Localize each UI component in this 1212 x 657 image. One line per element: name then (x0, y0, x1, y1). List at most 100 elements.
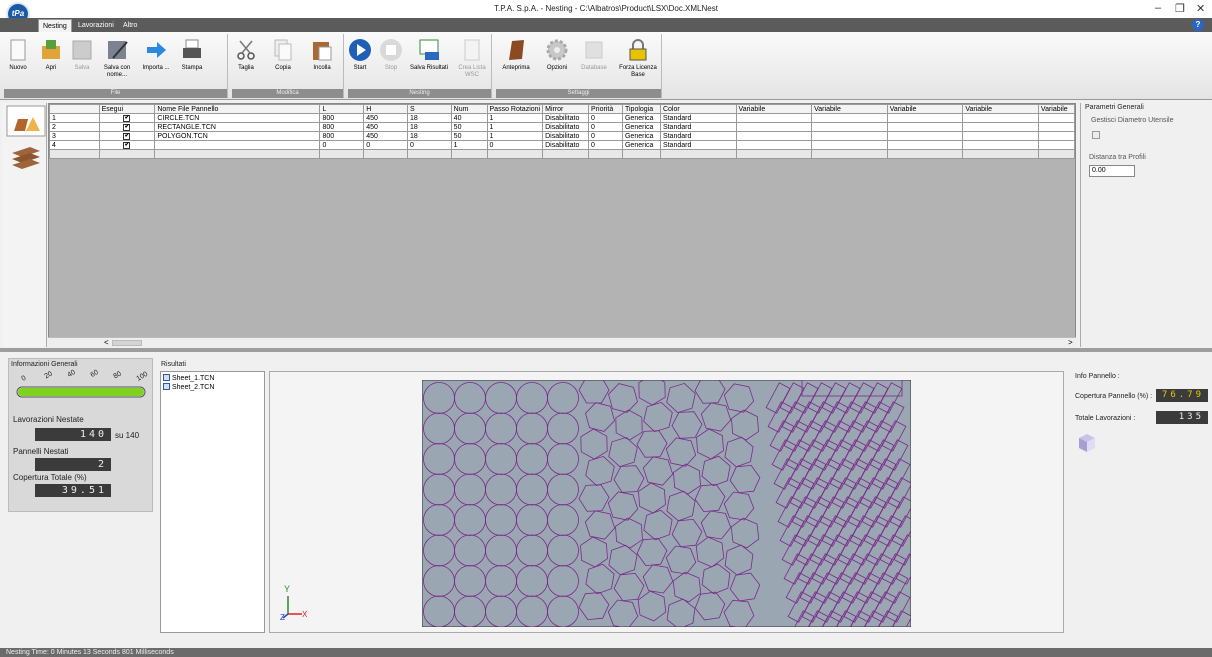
table-row[interactable]: 1 ✔ CIRCLE.TCN 800 450 18 40 1 Disabilitato 0 Gene… (49, 113, 1076, 123)
column-header[interactable]: Variabile (735, 104, 813, 114)
column-header[interactable]: Priorità (588, 104, 623, 114)
scroll-right-icon[interactable]: > (1068, 338, 1073, 347)
table-cell[interactable]: Generica (621, 140, 661, 150)
table-cell[interactable] (962, 140, 1039, 150)
table-cell[interactable] (1037, 131, 1076, 141)
profile-distance-input[interactable]: 0.00 (1089, 165, 1135, 177)
table-cell[interactable]: Generica (621, 131, 661, 141)
table-cell[interactable] (886, 149, 964, 159)
execute-checkbox-cell[interactable]: ✔ (98, 131, 156, 141)
column-header[interactable]: Nome File Pannello (154, 104, 321, 114)
help-icon[interactable]: ? (1192, 19, 1204, 31)
table-cell[interactable] (542, 149, 590, 159)
execute-checkbox[interactable]: ✔ (123, 115, 131, 122)
execute-checkbox-cell[interactable]: ✔ (98, 113, 156, 123)
table-cell[interactable]: 0 (486, 140, 544, 150)
table-cell[interactable] (811, 131, 888, 141)
table-cell[interactable]: 0 (588, 131, 623, 141)
column-header[interactable]: Tipologia (621, 104, 661, 114)
restore-button[interactable]: ❐ (1175, 2, 1185, 15)
table-cell[interactable]: Generica (621, 122, 661, 132)
table-cell[interactable] (811, 140, 888, 150)
column-header[interactable] (49, 104, 100, 114)
table-cell[interactable] (49, 149, 100, 159)
table-cell[interactable] (962, 122, 1039, 132)
column-header[interactable]: Passo Rotazioni (486, 104, 544, 114)
taglia-button[interactable]: Taglia (232, 34, 260, 72)
table-cell[interactable] (962, 131, 1039, 141)
table-cell[interactable]: 0 (319, 140, 365, 150)
splitter[interactable] (0, 348, 1212, 352)
column-header[interactable]: Variabile (811, 104, 888, 114)
table-cell[interactable]: 2 (49, 122, 100, 132)
table-cell[interactable] (886, 131, 964, 141)
execute-checkbox-cell[interactable]: ✔ (98, 122, 156, 132)
column-header[interactable]: Esegui (98, 104, 156, 114)
table-cell[interactable]: 0 (588, 140, 623, 150)
horizontal-scrollbar[interactable]: < > (48, 337, 1076, 347)
table-cell[interactable] (659, 149, 737, 159)
opzioni-button[interactable]: Opzioni (542, 34, 572, 72)
table-cell[interactable] (886, 113, 964, 123)
table-cell[interactable]: 4 (49, 140, 100, 150)
minimize-button[interactable]: – (1155, 2, 1161, 14)
column-header[interactable]: H (363, 104, 408, 114)
column-header[interactable]: Variabile (886, 104, 964, 114)
tab-lavorazioni[interactable]: Lavorazioni (74, 19, 118, 32)
table-row[interactable]: 2 ✔ RECTANGLE.TCN 800 450 18 50 1 Disabilitato 0 G… (49, 122, 1076, 132)
table-cell[interactable] (962, 113, 1039, 123)
stampa-button[interactable]: Stampa (178, 34, 206, 72)
column-header[interactable]: Variabile (1037, 104, 1076, 114)
table-cell[interactable]: 50 (450, 122, 488, 132)
table-cell[interactable]: 0 (588, 113, 623, 123)
table-cell[interactable]: Standard (659, 113, 737, 123)
table-cell[interactable] (735, 131, 813, 141)
new-row[interactable] (49, 149, 1076, 159)
table-cell[interactable]: Generica (621, 113, 661, 123)
table-cell[interactable]: POLYGON.TCN (154, 131, 321, 141)
table-cell[interactable] (1037, 140, 1076, 150)
table-cell[interactable]: 50 (450, 131, 488, 141)
salva-risultati-button[interactable]: Salva Risultati (410, 34, 448, 72)
scroll-thumb[interactable] (112, 340, 142, 346)
tab-altro[interactable]: Altro (119, 19, 141, 32)
table-cell[interactable]: 1 (450, 140, 488, 150)
database-button[interactable]: Database (578, 34, 610, 72)
table-cell[interactable]: Disabilitato (542, 131, 590, 141)
column-header[interactable]: Variabile (962, 104, 1039, 114)
salva-con-nome-button[interactable]: Salva con nome... (100, 34, 134, 79)
shapes-tab-icon[interactable] (6, 105, 46, 137)
table-cell[interactable] (735, 122, 813, 132)
table-cell[interactable]: Disabilitato (542, 122, 590, 132)
list-item[interactable]: Sheet_2.TCN (163, 383, 214, 391)
table-cell[interactable]: 450 (363, 113, 408, 123)
scroll-left-icon[interactable]: < (104, 338, 109, 347)
column-header[interactable]: Color (659, 104, 737, 114)
table-cell[interactable]: RECTANGLE.TCN (154, 122, 321, 132)
tab-nesting[interactable]: Nesting (38, 19, 72, 32)
table-cell[interactable]: 1 (486, 113, 544, 123)
column-header[interactable]: Num (450, 104, 488, 114)
table-cell[interactable]: 450 (363, 122, 408, 132)
table-cell[interactable] (486, 149, 544, 159)
column-header[interactable]: Mirror (542, 104, 590, 114)
incolla-button[interactable]: Incolla (306, 34, 338, 72)
execute-checkbox[interactable]: ✔ (123, 133, 131, 140)
execute-checkbox[interactable]: ✔ (123, 142, 131, 149)
table-cell[interactable]: Standard (659, 131, 737, 141)
nuovo-button[interactable]: Nuovo (4, 34, 32, 72)
table-cell[interactable] (735, 149, 813, 159)
table-cell[interactable]: 0 (588, 122, 623, 132)
nesting-canvas[interactable]: Y Z X (269, 371, 1064, 633)
table-cell[interactable] (1037, 122, 1076, 132)
table-cell[interactable] (962, 149, 1039, 159)
table-cell[interactable] (98, 149, 156, 159)
table-cell[interactable]: 40 (450, 113, 488, 123)
panel-3d-icon[interactable] (1076, 432, 1098, 454)
table-cell[interactable]: 800 (319, 122, 365, 132)
table-cell[interactable]: 800 (319, 131, 365, 141)
table-cell[interactable]: Standard (659, 122, 737, 132)
table-cell[interactable] (406, 149, 452, 159)
salva-button[interactable]: Salva (70, 34, 94, 72)
table-cell[interactable] (363, 149, 408, 159)
